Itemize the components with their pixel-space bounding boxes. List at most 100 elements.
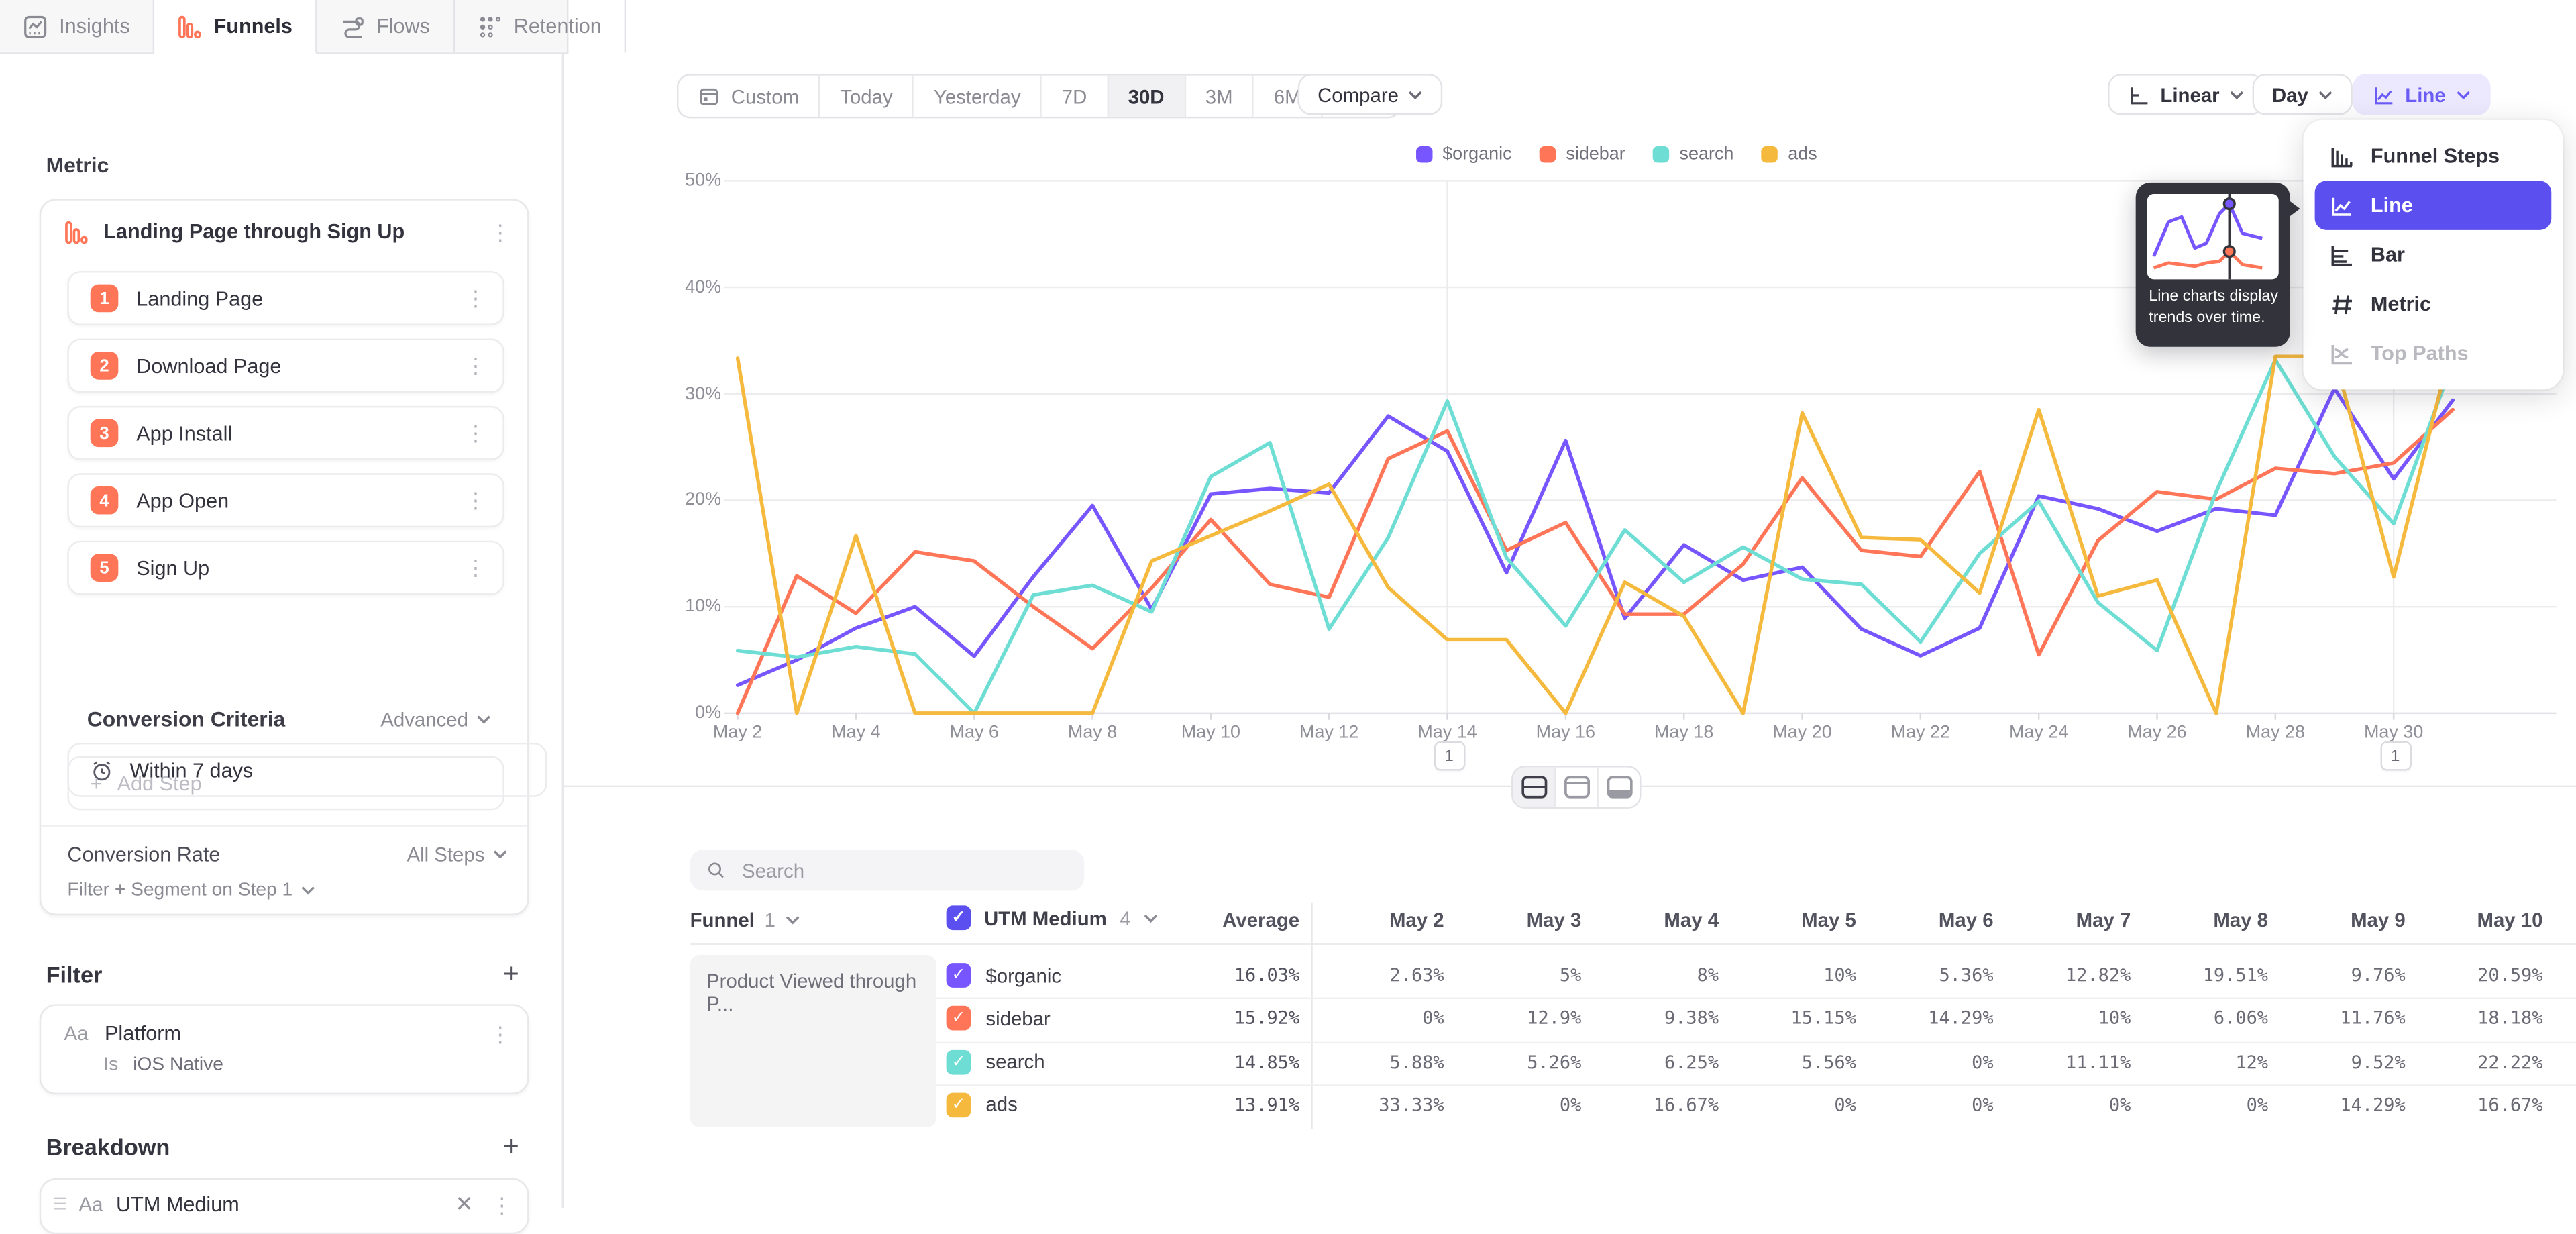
breakdown-col-count: 4 [1120, 907, 1130, 929]
select-all-checkbox[interactable]: ✓ [947, 905, 971, 930]
row-separator [936, 998, 2576, 999]
row-name: ads [985, 1093, 1017, 1116]
tab-insights[interactable]: Insights [0, 0, 154, 52]
step-kebab-icon[interactable]: ⋮ [465, 355, 486, 376]
step-kebab-icon[interactable]: ⋮ [465, 288, 486, 309]
funnel-chart-icon [64, 219, 89, 244]
funnel-step-1[interactable]: 1Landing Page⋮ [67, 271, 504, 325]
date-column-header: May 5 [1741, 909, 1856, 931]
all-steps-dropdown[interactable]: All Steps [407, 843, 507, 866]
table-cell: 12% [2137, 1051, 2268, 1072]
conversion-rate-label: Conversion Rate [67, 843, 407, 866]
table-cell: 22.22% [2412, 1051, 2543, 1072]
metric-kebab-icon[interactable]: ⋮ [490, 221, 511, 242]
table-cell: 8% [1587, 965, 1719, 986]
tab-flows[interactable]: Flows [317, 0, 455, 52]
search-input[interactable] [739, 857, 1068, 883]
menu-item-top-paths[interactable]: Top Paths [2315, 329, 2552, 378]
funnel-column-header[interactable]: Funnel 1 [690, 909, 800, 931]
y-axis-tick: 10% [577, 597, 722, 616]
breakdown-col-label: UTM Medium [984, 907, 1107, 929]
x-axis-tick: May 26 [2104, 723, 2210, 743]
x-axis-tick: May 12 [1277, 723, 1382, 743]
filter-value[interactable]: iOS Native [133, 1055, 223, 1074]
conversion-window-button[interactable]: Within 7 days [67, 743, 547, 797]
split-view-button[interactable] [1513, 768, 1554, 807]
filter-heading: Filter [46, 962, 503, 988]
drag-handle-icon[interactable]: ☰ [52, 1196, 66, 1214]
step-kebab-icon[interactable]: ⋮ [465, 490, 486, 511]
filter-operator[interactable]: Is [103, 1055, 118, 1074]
step-kebab-icon[interactable]: ⋮ [465, 557, 486, 578]
add-breakdown-button[interactable]: + [503, 1131, 519, 1164]
menu-item-label: Bar [2371, 243, 2405, 266]
advanced-label: Advanced [380, 707, 468, 730]
chart-only-view-button[interactable] [1554, 768, 1597, 807]
row-separator [936, 1084, 2576, 1086]
table-cell: 12.9% [1450, 1008, 1581, 1029]
table-only-view-button[interactable] [1597, 768, 1640, 807]
row-checkbox[interactable]: ✓ [947, 963, 971, 988]
funnel-step-4[interactable]: 4App Open⋮ [67, 473, 504, 527]
add-filter-button[interactable]: + [503, 958, 519, 991]
menu-item-label: Funnel Steps [2371, 145, 2500, 168]
annotation-marker[interactable]: 1 [1434, 741, 1465, 770]
table-cell: 6.06% [2137, 1008, 2268, 1029]
x-axis-tick: May 4 [804, 723, 909, 743]
row-checkbox[interactable]: ✓ [947, 1092, 971, 1117]
average-column-header: Average [1168, 909, 1299, 931]
table-cell: 10% [1725, 965, 1856, 986]
table-cell: 5.36% [1862, 965, 1994, 986]
table-cell: 16.67% [2412, 1094, 2543, 1115]
funnel-step-5[interactable]: 5Sign Up⋮ [67, 541, 504, 595]
tab-funnels[interactable]: Funnels [154, 0, 317, 54]
row-name: $organic [985, 964, 1061, 986]
breakdown-kebab-icon[interactable]: ⋮ [491, 1194, 513, 1215]
table-cell: 9.38% [1587, 1008, 1719, 1029]
breakdown-heading: Breakdown [46, 1134, 503, 1160]
x-axis-tick: May 28 [2222, 723, 2328, 743]
conversion-criteria-heading: Conversion Criteria [87, 707, 380, 731]
filter-property: Platform [105, 1022, 473, 1045]
table-cell: 5% [1450, 965, 1581, 986]
chevron-down-icon [786, 915, 800, 925]
funnel-group-cell[interactable]: Product Viewed through P... [690, 955, 936, 1127]
funnel-steps-list: 1Landing Page⋮ 2Download Page⋮ 3App Instal… [67, 271, 504, 608]
table-cell: 16.67% [1587, 1094, 1719, 1115]
annotation-marker[interactable]: 1 [2379, 741, 2411, 770]
breakdown-column-header[interactable]: ✓ UTM Medium 4 [947, 905, 1159, 930]
filter-segment-dropdown[interactable]: Filter + Segment on Step 1 [67, 881, 315, 901]
funnel-step-2[interactable]: 2Download Page⋮ [67, 338, 504, 393]
table-cell: 19.51% [2137, 965, 2268, 986]
menu-item-bar[interactable]: Bar [2315, 230, 2552, 279]
y-axis-tick: 0% [577, 703, 722, 723]
step-kebab-icon[interactable]: ⋮ [465, 422, 486, 444]
table-cell: 11.11% [1999, 1051, 2131, 1072]
x-axis-tick: May 16 [1513, 723, 1619, 743]
metric-card: Landing Page through Sign Up ⋮ 1Landing … [40, 199, 529, 915]
insights-icon [23, 14, 48, 39]
date-column-header: May 8 [2153, 909, 2268, 931]
menu-item-line[interactable]: Line [2315, 181, 2552, 229]
row-checkbox[interactable]: ✓ [947, 1049, 971, 1074]
row-checkbox[interactable]: ✓ [947, 1006, 971, 1031]
table-row-label-organic: ✓ $organic [947, 963, 1062, 988]
row-name: sidebar [985, 1007, 1050, 1030]
table-cell: 33.33% [1313, 1094, 1444, 1115]
breakdown-card[interactable]: ☰ Aa UTM Medium ✕ ⋮ [40, 1178, 529, 1234]
breakdown-property: UTM Medium [116, 1193, 437, 1216]
advanced-dropdown[interactable]: Advanced [380, 707, 491, 730]
line-chart[interactable] [564, 0, 2576, 786]
filter-kebab-icon[interactable]: ⋮ [490, 1023, 511, 1044]
query-sidebar: Metric Landing Page through Sign Up ⋮ 1L… [0, 54, 564, 1208]
y-axis-tick: 40% [577, 277, 722, 297]
split-view-icon [1521, 776, 1547, 799]
menu-item-metric[interactable]: Metric [2315, 279, 2552, 328]
table-cell: 9.76% [2274, 965, 2406, 986]
y-axis-tick: 20% [577, 491, 722, 510]
step-number-badge: 1 [91, 285, 119, 313]
menu-item-funnel-steps[interactable]: Funnel Steps [2315, 132, 2552, 181]
funnel-step-3[interactable]: 3App Install⋮ [67, 406, 504, 460]
remove-breakdown-icon[interactable]: ✕ [450, 1192, 478, 1218]
filter-card[interactable]: Aa Platform ⋮ Is iOS Native [40, 1004, 529, 1094]
